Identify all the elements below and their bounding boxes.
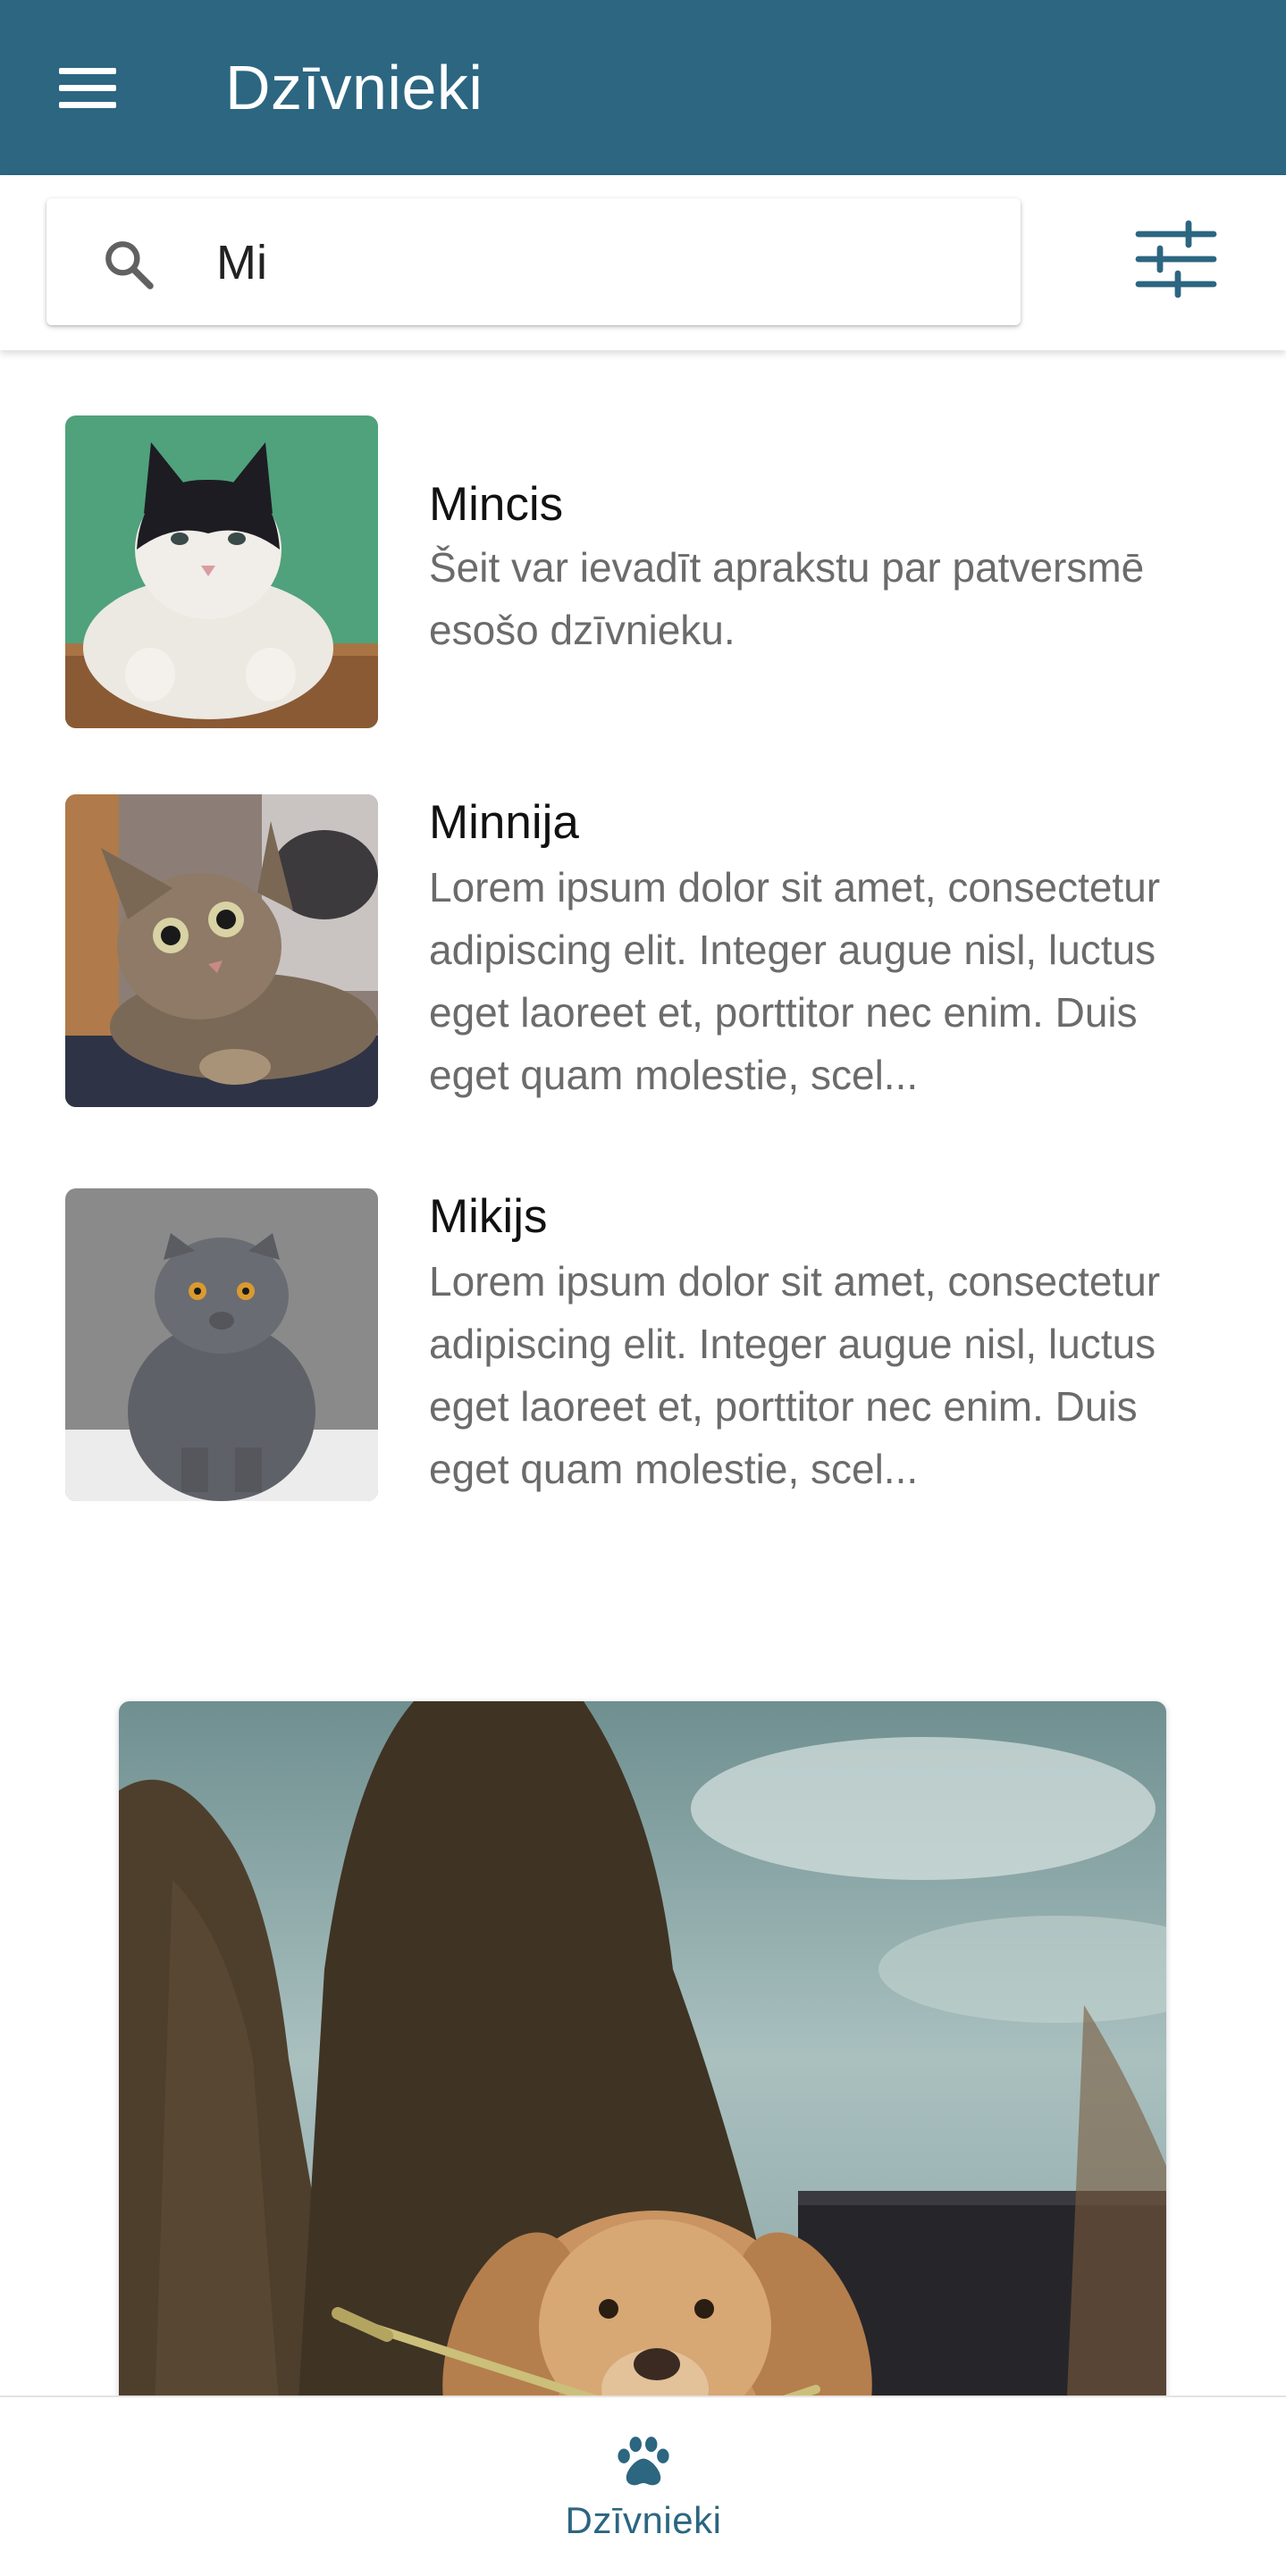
featured-card[interactable] xyxy=(119,1701,1166,2416)
filter-button[interactable] xyxy=(1135,218,1217,300)
nav-item-label: Dzīvnieki xyxy=(565,2499,722,2541)
paw-icon xyxy=(618,2437,669,2486)
animal-description: Lorem ipsum dolor sit amet, consectetur … xyxy=(429,1258,1161,1492)
animal-description: Šeit var ievadīt aprakstu par patversmē … xyxy=(429,544,1145,653)
menu-icon-line xyxy=(59,67,116,74)
tune-sliders-icon xyxy=(1135,220,1217,298)
bottom-navigation: Dzīvnieki xyxy=(0,2396,1286,2574)
animal-name: Minnija xyxy=(429,796,579,849)
list-item[interactable]: Mincis Šeit var ievadīt aprakstu par pat… xyxy=(0,415,1286,755)
app-bar: Dzīvnieki xyxy=(0,0,1286,175)
search-bar-area xyxy=(0,175,1286,350)
list-item[interactable]: Minnija Lorem ipsum dolor sit amet, cons… xyxy=(0,794,1286,1134)
menu-button[interactable] xyxy=(43,52,132,123)
search-input[interactable] xyxy=(216,218,985,307)
animal-description: Lorem ipsum dolor sit amet, consectetur … xyxy=(429,864,1161,1098)
grey-cat-photo xyxy=(65,1188,378,1501)
menu-icon-line xyxy=(59,101,116,108)
golden-dog-with-stick-photo xyxy=(119,1701,1166,2416)
tabby-cat-photo xyxy=(65,794,378,1107)
animal-name: Mikijs xyxy=(429,1190,548,1243)
search-icon xyxy=(105,241,154,289)
search-box[interactable] xyxy=(46,198,1021,325)
page-title: Dzīvnieki xyxy=(225,53,483,122)
animal-name: Mincis xyxy=(429,478,564,531)
list-item[interactable]: Mikijs Lorem ipsum dolor sit amet, conse… xyxy=(0,1188,1286,1528)
nav-item-dzivnieki[interactable]: Dzīvnieki xyxy=(509,2397,777,2576)
black-white-cat-photo xyxy=(65,415,378,728)
menu-icon-line xyxy=(59,84,116,91)
